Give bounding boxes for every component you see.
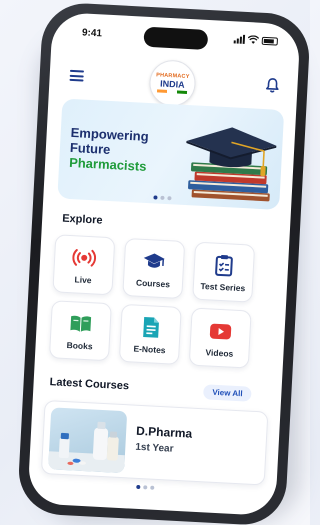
tricolor-stripe [156,89,188,94]
signal-icon [233,34,246,44]
view-all-button[interactable]: View All [202,384,252,402]
course-name: D.Pharma [135,423,193,441]
wifi-icon [247,35,260,44]
pharmacy-india-logo: PHARMACY INDIA [148,59,197,108]
explore-label-test-series: Test Series [200,280,246,293]
promo-banner[interactable]: Empowering Future Pharmacists [57,98,285,210]
graduation-cap-books-illustration [186,127,277,202]
explore-tile-test-series[interactable]: Test Series [192,241,256,303]
explore-tile-courses[interactable]: Courses [122,237,186,300]
clipboard-checklist-icon [215,254,233,276]
pager-dot[interactable] [167,196,172,201]
latest-courses-heading: Latest Courses [49,376,130,393]
explore-tile-e-notes[interactable]: E-Notes [118,303,182,365]
pager-dot[interactable] [160,195,165,200]
explore-tile-live[interactable]: Live [52,234,116,296]
explore-tile-books[interactable]: Books [48,300,112,362]
explore-label-courses: Courses [135,277,171,289]
explore-label-e-notes: E-Notes [133,343,166,355]
live-broadcast-icon [72,248,97,267]
battery-icon [261,36,279,46]
pager-dot-active[interactable] [136,484,141,490]
courses-pager-dots[interactable] [136,484,155,490]
play-button-icon [209,323,232,339]
dynamic-island [143,26,209,50]
banner-line-3: Pharmacists [68,154,147,174]
explore-tile-videos[interactable]: Videos [188,307,252,369]
status-icons [233,34,279,46]
pager-dot-active[interactable] [153,195,158,200]
course-thumbnail [48,407,128,474]
open-book-icon [70,315,92,332]
pager-dot[interactable] [143,485,148,490]
bell-icon[interactable] [265,77,280,94]
explore-heading: Explore [61,212,103,227]
course-year: 1st Year [135,441,174,455]
explore-label-live: Live [74,273,92,285]
pharmacy-bottles-image [48,421,125,474]
explore-label-books: Books [66,339,93,351]
banner-pager-dots[interactable] [153,195,172,201]
hamburger-menu-icon[interactable] [69,69,85,82]
pager-dot[interactable] [150,485,155,490]
phone-frame: 9:41 PHARMACY INDIA Empowering Future Ph… [16,1,312,525]
graduation-cap-icon [143,252,165,268]
course-card[interactable]: D.Pharma 1st Year [40,399,269,486]
app-screen: 9:41 PHARMACY INDIA Empowering Future Ph… [27,11,301,517]
explore-label-videos: Videos [205,346,234,359]
logo-line2: INDIA [159,78,185,90]
document-icon [143,316,159,338]
status-time: 9:41 [81,27,103,40]
